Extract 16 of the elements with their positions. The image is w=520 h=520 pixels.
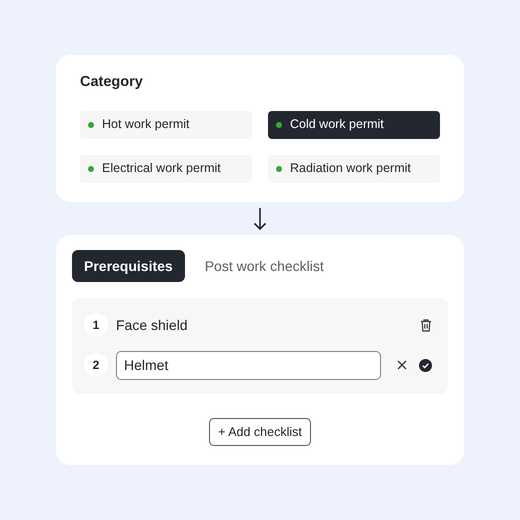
check-circle-icon[interactable] [419, 358, 432, 372]
tab[interactable]: Prerequisites [72, 250, 185, 282]
item-number: 1 [84, 313, 108, 337]
close-icon[interactable] [397, 360, 407, 370]
category-option[interactable]: Cold work permit [268, 110, 440, 139]
item-number: 2 [84, 353, 108, 377]
item-input[interactable]: Helmet [116, 350, 381, 380]
category-title: Category [80, 73, 144, 92]
item-text: Face shield [116, 316, 189, 334]
category-option[interactable]: Hot work permit [80, 110, 252, 139]
tab[interactable]: Post work checklist [192, 250, 336, 282]
add-checklist-button[interactable]: + Add checklist [209, 418, 311, 446]
category-option[interactable]: Electrical work permit [80, 154, 252, 183]
category-option[interactable]: Radiation work permit [268, 154, 440, 183]
down-arrow-icon [253, 206, 267, 230]
trash-icon[interactable] [420, 318, 432, 332]
